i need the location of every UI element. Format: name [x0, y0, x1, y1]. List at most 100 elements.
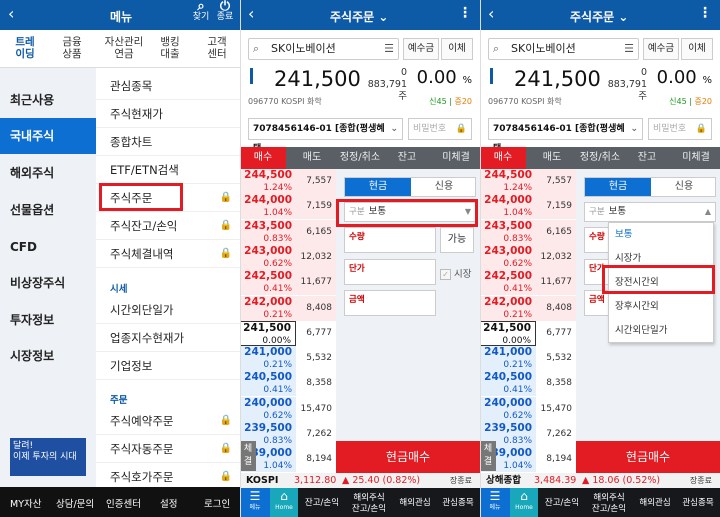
- left-menu-recent[interactable]: 최근사용: [0, 82, 96, 118]
- order-book-row[interactable]: 241,500 0.00% 6,777: [240, 320, 336, 347]
- menu-item-after-hours[interactable]: 시간외단일가: [96, 296, 240, 324]
- tab-balance[interactable]: 잔고: [624, 147, 670, 169]
- nav-overseas-watch[interactable]: 해외관심: [394, 488, 436, 517]
- nav-overseas-balance[interactable]: 해외주식 잔고/손익: [584, 488, 634, 517]
- stock-search[interactable]: ⌕ SK이노베이션 ☰: [488, 38, 639, 60]
- menu-item-sector-index[interactable]: 업종지수현재가: [96, 324, 240, 352]
- tab-customer-center[interactable]: 고객 센터: [204, 36, 230, 60]
- cash-buy-button[interactable]: 현금매수: [576, 441, 720, 473]
- price-input[interactable]: 단가: [344, 259, 436, 285]
- nav-overseas-balance[interactable]: 해외주식 잔고/손익: [344, 488, 394, 517]
- bottom-consult[interactable]: 상담/문의: [56, 496, 94, 510]
- left-menu-investment-info[interactable]: 투자정보: [0, 302, 96, 338]
- order-book-row[interactable]: 242,500 0.41% 11,677: [240, 270, 336, 296]
- transfer-button[interactable]: 이체: [441, 38, 473, 60]
- order-book-row[interactable]: 243,500 0.83% 6,165: [240, 219, 336, 245]
- order-book-price[interactable]: 244,500 1.24%: [480, 169, 536, 194]
- menu-item-reserved-order[interactable]: 주식예약주문 🔒: [96, 407, 240, 435]
- order-book-row[interactable]: 242,000 0.21% 8,408: [480, 295, 576, 321]
- tab-unfilled[interactable]: 미체결: [672, 147, 720, 169]
- left-menu-domestic-stock[interactable]: 국내주식: [0, 118, 96, 154]
- order-type-select[interactable]: 구분 보통 ▲: [584, 202, 716, 222]
- order-book-row[interactable]: 240,000 0.62% 15,470: [480, 396, 576, 422]
- order-book-price[interactable]: 240,500 0.41%: [240, 371, 296, 397]
- password-field[interactable]: 비밀번호 🔒: [648, 118, 712, 140]
- order-book-price[interactable]: 240,500 0.41%: [480, 371, 536, 397]
- home-button[interactable]: ⌂ Home: [270, 488, 298, 517]
- bottom-cert-center[interactable]: 인증센터: [106, 496, 141, 510]
- order-book-price[interactable]: 243,500 0.83%: [240, 219, 296, 245]
- order-book-price[interactable]: 244,500 1.24%: [240, 169, 296, 194]
- order-title[interactable]: 주식주문 ⌄: [570, 8, 628, 25]
- tab-sell[interactable]: 매도: [288, 147, 336, 169]
- order-title[interactable]: 주식주문 ⌄: [330, 8, 388, 25]
- left-menu-unlisted[interactable]: 비상장주식: [0, 265, 96, 301]
- tab-unfilled[interactable]: 미체결: [432, 147, 480, 169]
- tab-credit[interactable]: 신용: [411, 178, 477, 196]
- back-icon[interactable]: ‹: [248, 4, 254, 23]
- option-post-market[interactable]: 장후시간외: [609, 295, 715, 319]
- tab-modify[interactable]: 정정/취소: [336, 147, 384, 169]
- order-book-row[interactable]: 241,000 0.21% 5,532: [480, 346, 576, 372]
- nav-watchlist[interactable]: 관심종목: [676, 488, 720, 517]
- transfer-button[interactable]: 이체: [681, 38, 713, 60]
- menu-button[interactable]: ☰ 메뉴: [240, 488, 270, 517]
- menu-item-chart[interactable]: 종합차트: [96, 128, 240, 156]
- account-select[interactable]: 7078456146-01 [종합(평생혜택...⌄: [488, 118, 643, 154]
- execution-toggle[interactable]: 체결: [480, 441, 496, 471]
- tab-buy[interactable]: 매수: [240, 147, 286, 169]
- left-menu-market-info[interactable]: 시장정보: [0, 338, 96, 374]
- list-icon[interactable]: ☰: [384, 39, 394, 59]
- deposit-button[interactable]: 예수금: [403, 38, 439, 60]
- order-book-price[interactable]: 241,000 0.21%: [240, 346, 296, 372]
- tab-balance[interactable]: 잔고: [384, 147, 430, 169]
- more-icon[interactable]: ⋮: [458, 5, 472, 21]
- left-menu-overseas-stock[interactable]: 해외주식: [0, 155, 96, 191]
- cash-buy-button[interactable]: 현금매수: [336, 441, 480, 473]
- order-book-row[interactable]: 240,500 0.41% 8,358: [480, 371, 576, 397]
- order-book-row[interactable]: 240,500 0.41% 8,358: [240, 371, 336, 397]
- tab-trading[interactable]: 트레 이딩: [12, 36, 38, 60]
- menu-item-etf-search[interactable]: ETF/ETN검색: [96, 156, 240, 184]
- possible-button[interactable]: 가능: [440, 227, 474, 253]
- tab-banking[interactable]: 뱅킹 대출: [156, 36, 184, 60]
- order-book-price[interactable]: 244,000 1.04%: [240, 194, 296, 220]
- left-menu-cfd[interactable]: CFD: [0, 229, 96, 265]
- list-icon[interactable]: ☰: [624, 39, 634, 59]
- order-book-price[interactable]: 242,500 0.41%: [240, 270, 296, 296]
- order-book-price[interactable]: 243,500 0.83%: [480, 219, 536, 245]
- order-book-row[interactable]: 243,000 0.62% 12,032: [480, 244, 576, 271]
- tab-cash[interactable]: 현금: [345, 178, 411, 196]
- order-book-row[interactable]: 244,000 1.04% 7,159: [480, 194, 576, 220]
- more-icon[interactable]: ⋮: [698, 5, 712, 21]
- quantity-input[interactable]: 수량: [344, 227, 436, 253]
- order-book-row[interactable]: 242,500 0.41% 11,677: [480, 270, 576, 296]
- menu-item-auto-order[interactable]: 주식자동주문 🔒: [96, 435, 240, 463]
- order-book-price[interactable]: 241,500 0.00%: [480, 320, 536, 346]
- nav-overseas-watch[interactable]: 해외관심: [634, 488, 676, 517]
- order-book-row[interactable]: 244,500 1.24% 7,557: [240, 169, 336, 195]
- order-book-row[interactable]: 243,000 0.62% 12,032: [240, 244, 336, 271]
- menu-item-balance[interactable]: 주식잔고/손익 🔒: [96, 212, 240, 240]
- bottom-settings[interactable]: 설정: [160, 496, 177, 510]
- order-book-row[interactable]: 244,000 1.04% 7,159: [240, 194, 336, 220]
- tab-sell[interactable]: 매도: [528, 147, 576, 169]
- execution-toggle[interactable]: 체결: [240, 441, 256, 471]
- tab-financial-products[interactable]: 금융 상품: [58, 36, 86, 60]
- stock-search[interactable]: ⌕ SK이노베이션 ☰: [248, 38, 399, 60]
- order-book-row[interactable]: 240,000 0.62% 15,470: [240, 396, 336, 422]
- search-icon[interactable]: ⌕ 찾기: [190, 0, 212, 22]
- bottom-my-assets[interactable]: MY자산: [10, 496, 41, 510]
- menu-item-executions[interactable]: 주식체결내역 🔒: [96, 240, 240, 268]
- nav-watchlist[interactable]: 관심종목: [436, 488, 480, 517]
- order-book-price[interactable]: 242,000 0.21%: [480, 295, 536, 321]
- home-button[interactable]: ⌂ Home: [510, 488, 538, 517]
- order-book-row[interactable]: 243,500 0.83% 6,165: [480, 219, 576, 245]
- order-book-row[interactable]: 241,000 0.21% 5,532: [240, 346, 336, 372]
- tab-cash[interactable]: 현금: [585, 178, 651, 196]
- menu-item-company-info[interactable]: 기업정보: [96, 352, 240, 380]
- tab-buy[interactable]: 매수: [480, 147, 526, 169]
- nav-balance[interactable]: 잔고/손익: [540, 488, 584, 517]
- tab-asset-management[interactable]: 자산관리 연금: [104, 36, 144, 60]
- password-field[interactable]: 비밀번호 🔒: [408, 118, 472, 140]
